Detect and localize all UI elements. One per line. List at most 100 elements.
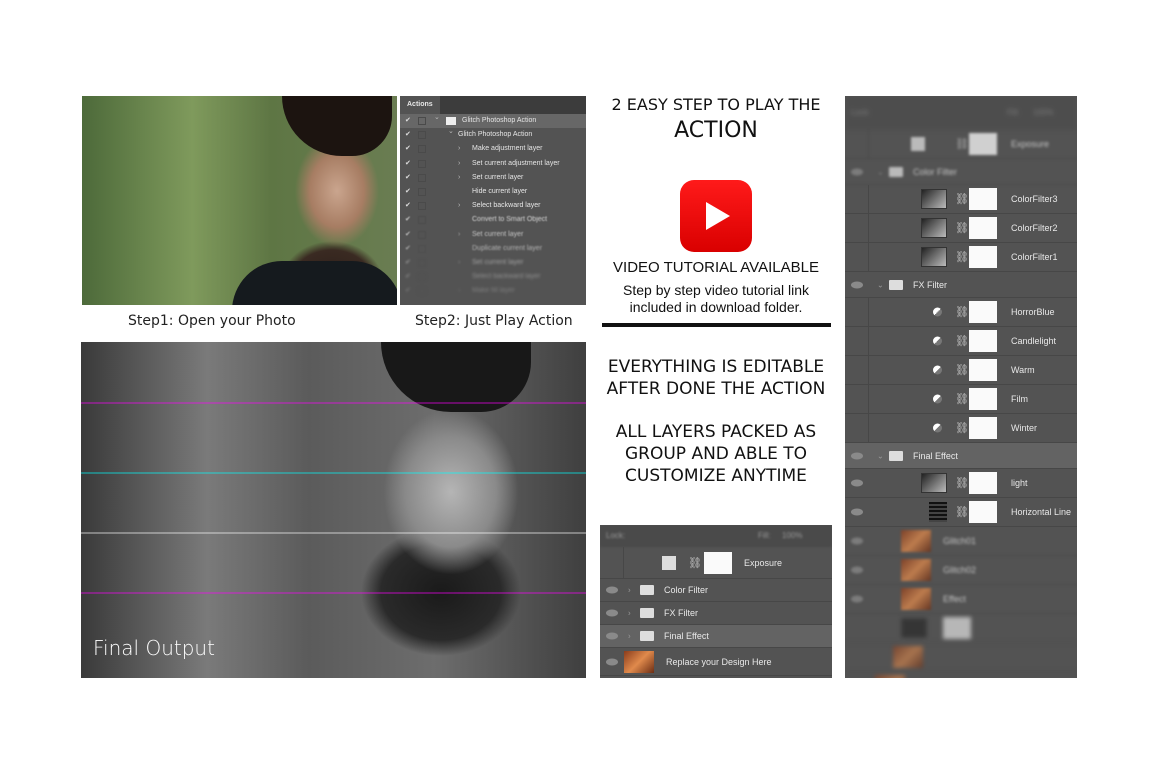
chevron-right-icon[interactable]: ›: [628, 609, 631, 618]
eye-icon[interactable]: [606, 609, 618, 617]
link-icon[interactable]: ⛓: [955, 393, 969, 406]
link-icon[interactable]: ⛓: [955, 335, 969, 348]
check-icon[interactable]: ✔: [405, 157, 411, 171]
youtube-play-icon[interactable]: [680, 180, 752, 252]
action-item[interactable]: ✔ › Select backward layer: [400, 199, 586, 213]
action-item[interactable]: ✔ › Set current layer: [400, 171, 586, 185]
check-icon[interactable]: ✔: [405, 199, 411, 213]
eye-icon[interactable]: [851, 479, 863, 487]
action-item[interactable]: ✔ › Set current layer: [400, 228, 586, 242]
link-icon[interactable]: ⛓: [955, 251, 969, 264]
dialog-toggle[interactable]: [418, 145, 426, 154]
eye-icon[interactable]: [851, 168, 863, 175]
visibility-toggle[interactable]: [845, 243, 869, 271]
visibility-toggle[interactable]: [600, 547, 624, 578]
eye-icon[interactable]: [851, 281, 863, 288]
visibility-toggle[interactable]: [845, 414, 869, 442]
action-item[interactable]: ✔ Hide current layer: [400, 185, 586, 199]
layer-row[interactable]: ⛓ ColorFilter2: [845, 214, 1077, 243]
visibility-toggle[interactable]: [845, 185, 869, 213]
layer-row[interactable]: ⛓ Horizontal Line: [845, 498, 1077, 527]
dialog-toggle[interactable]: [418, 287, 426, 296]
check-icon[interactable]: ✔: [405, 256, 411, 270]
link-icon[interactable]: ⛓: [955, 506, 969, 519]
layer-row[interactable]: ⛓ Film: [845, 385, 1077, 414]
action-item[interactable]: ✔ Duplicate current layer: [400, 242, 586, 256]
check-icon[interactable]: ✔: [405, 228, 411, 242]
visibility-toggle[interactable]: [845, 385, 869, 413]
layer-row[interactable]: Glitch01: [845, 527, 1077, 556]
chevron-down-icon[interactable]: ⌄: [877, 167, 884, 176]
link-icon[interactable]: ⛓: [955, 138, 969, 151]
dialog-toggle[interactable]: [418, 131, 426, 140]
layer-row[interactable]: ⛓ ColorFilter1: [845, 243, 1077, 272]
visibility-toggle[interactable]: [845, 327, 869, 355]
action-item[interactable]: ✔ ⌄ Glitch Photoshop Action: [400, 111, 586, 129]
layer-row[interactable]: ⛓ HorrorBlue: [845, 298, 1077, 327]
link-icon[interactable]: ⛓: [955, 222, 969, 235]
action-item[interactable]: ✔ Select backward layer: [400, 270, 586, 284]
eye-icon[interactable]: [851, 595, 863, 603]
visibility-toggle[interactable]: [845, 214, 869, 242]
dialog-toggle[interactable]: [418, 273, 426, 282]
check-icon[interactable]: ✔: [405, 128, 411, 142]
layer-row[interactable]: ⛓ Exposure: [600, 547, 832, 579]
chevron-right-icon[interactable]: ›: [458, 142, 460, 156]
chevron-right-icon[interactable]: ›: [458, 199, 460, 213]
eye-icon[interactable]: [606, 658, 618, 665]
dialog-toggle[interactable]: [418, 117, 426, 125]
action-item[interactable]: ✔ › Make adjustment layer: [400, 142, 586, 156]
chevron-down-icon[interactable]: ⌄: [448, 125, 454, 139]
layer-row[interactable]: ⌄ FX Filter: [845, 272, 1077, 298]
chevron-down-icon[interactable]: ⌄: [434, 111, 440, 125]
layer-row[interactable]: ⌄ Color Filter: [845, 159, 1077, 185]
visibility-toggle[interactable]: [845, 298, 869, 326]
link-icon[interactable]: ⛓: [955, 193, 969, 206]
check-icon[interactable]: ✔: [405, 171, 411, 185]
dialog-toggle[interactable]: [418, 173, 426, 182]
chevron-down-icon[interactable]: ⌄: [877, 280, 884, 289]
link-icon[interactable]: ⛓: [955, 306, 969, 319]
dialog-toggle[interactable]: [418, 258, 426, 267]
eye-icon[interactable]: [851, 452, 863, 459]
layer-row[interactable]: ⛓ Winter: [845, 414, 1077, 443]
chevron-right-icon[interactable]: ›: [458, 157, 460, 171]
action-item[interactable]: ✔ › Set current layer: [400, 256, 586, 270]
link-icon[interactable]: ⛓: [955, 364, 969, 377]
eye-icon[interactable]: [851, 566, 863, 574]
eye-icon[interactable]: [851, 508, 863, 516]
dialog-toggle[interactable]: [418, 230, 426, 239]
dialog-toggle[interactable]: [418, 159, 426, 168]
layer-row[interactable]: › Final Effect: [600, 625, 832, 648]
action-item[interactable]: ✔ › Make fill layer: [400, 284, 586, 298]
layer-row[interactable]: Glitch02: [845, 556, 1077, 585]
eye-icon[interactable]: [851, 537, 863, 545]
link-icon[interactable]: ⛓: [955, 477, 969, 490]
dialog-toggle[interactable]: [418, 187, 426, 196]
layer-row[interactable]: ⛓ Warm: [845, 356, 1077, 385]
visibility-toggle[interactable]: [845, 130, 869, 158]
layer-row[interactable]: ⌄ Final Effect: [845, 443, 1077, 469]
dialog-toggle[interactable]: [418, 244, 426, 253]
chevron-right-icon[interactable]: ›: [628, 586, 631, 595]
check-icon[interactable]: ✔: [405, 242, 411, 256]
visibility-toggle[interactable]: [845, 356, 869, 384]
layer-row[interactable]: Replace your Design Here: [600, 648, 832, 676]
dialog-toggle[interactable]: [418, 216, 426, 225]
check-icon[interactable]: ✔: [405, 284, 411, 298]
layer-row[interactable]: › Color Filter: [600, 579, 832, 602]
eye-icon[interactable]: [606, 586, 618, 594]
check-icon[interactable]: ✔: [405, 142, 411, 156]
layer-row[interactable]: ⛓ Candlelight: [845, 327, 1077, 356]
link-icon[interactable]: ⛓: [688, 556, 702, 569]
layer-row[interactable]: ⛓ Exposure: [845, 130, 1077, 159]
chevron-right-icon[interactable]: ›: [458, 284, 460, 298]
link-icon[interactable]: ⛓: [955, 422, 969, 435]
chevron-right-icon[interactable]: ›: [458, 228, 460, 242]
layer-row[interactable]: › FX Filter: [600, 602, 832, 625]
eye-icon[interactable]: [606, 632, 618, 640]
action-item[interactable]: ✔ Convert to Smart Object: [400, 213, 586, 227]
layer-row[interactable]: Effect: [845, 585, 1077, 614]
chevron-right-icon[interactable]: ›: [458, 256, 460, 270]
check-icon[interactable]: ✔: [405, 270, 411, 284]
